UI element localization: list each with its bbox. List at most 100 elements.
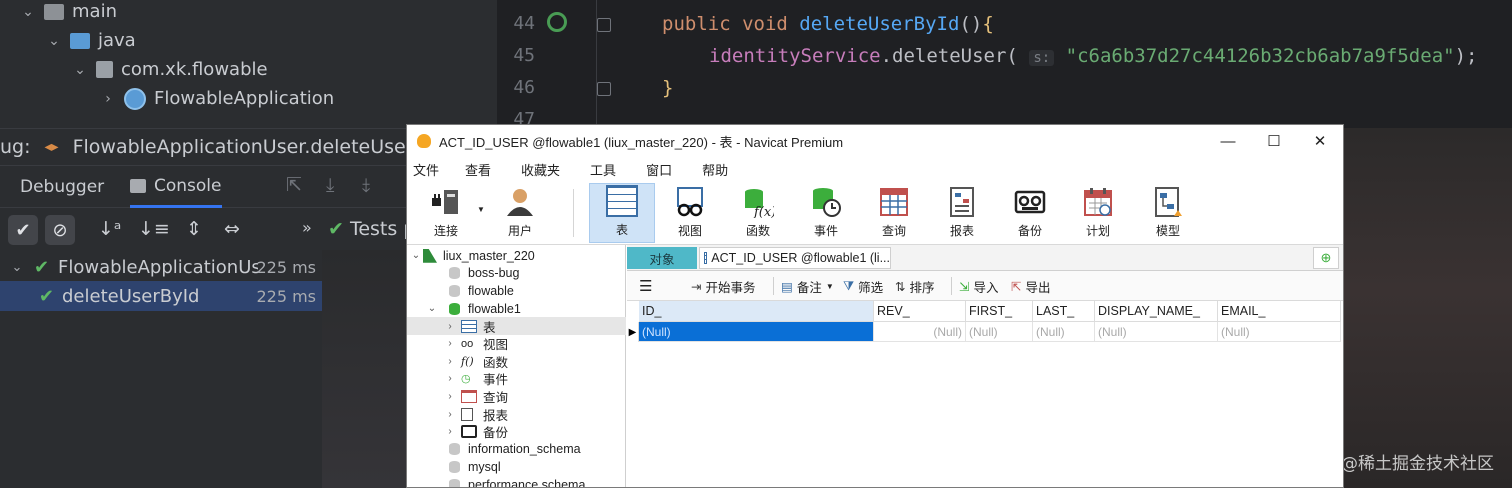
column-header[interactable]: ID_ — [639, 301, 874, 322]
menu-window[interactable]: 窗口 — [640, 160, 696, 179]
menu-icon[interactable]: ☰ — [639, 276, 652, 296]
tree-database-open[interactable]: ⌄ flowable1 — [407, 300, 626, 318]
grid-cell[interactable]: (Null) — [874, 322, 966, 342]
debug-prefix: ug: — [0, 136, 31, 158]
tree-object-backups[interactable]: › 备份 — [407, 423, 626, 441]
import-icon: ⇲ — [959, 279, 970, 294]
param-hint: s: — [1029, 50, 1055, 66]
tree-database[interactable]: information_schema — [407, 441, 626, 459]
code-editor[interactable]: 44 45 46 47 public void deleteUserById()… — [497, 0, 1512, 130]
main-toolbar: 连接 ▼ 用户 表 视图 f(x) 函数 — [407, 181, 1343, 245]
tree-database[interactable]: flowable — [407, 282, 626, 300]
tab-act-id-user[interactable]: ACT_ID_USER @flowable1 (li... — [699, 247, 891, 269]
tree-item-application[interactable]: › FlowableApplication — [100, 84, 334, 113]
fold-icon[interactable] — [597, 18, 611, 32]
grid-cell[interactable]: (Null) — [1095, 322, 1218, 342]
transaction-icon: ⇥ — [691, 279, 702, 294]
table-actions: ☰ ⇥ 开始事务 ▤ 备注 ▼ ⧩ 筛选 ⇅ 排序 ⇲ 导入 ⇱ 导出 — [627, 271, 1343, 301]
close-button[interactable]: ✕ — [1297, 125, 1343, 157]
tree-object-events[interactable]: › ◷ 事件 — [407, 370, 626, 388]
tree-object-tables[interactable]: › 表 — [407, 317, 626, 335]
toolbar-event-button[interactable]: 事件 — [793, 183, 859, 243]
step-into-icon[interactable]: ⤈ — [362, 174, 370, 196]
tree-item-main[interactable]: ⌄ main — [20, 0, 117, 26]
tree-database[interactable]: mysql — [407, 458, 626, 476]
show-passed-icon[interactable]: ✔ — [8, 215, 38, 245]
tab-debugger[interactable]: Debugger — [20, 166, 104, 208]
fold-icon[interactable] — [597, 82, 611, 96]
run-test-icon[interactable] — [547, 12, 567, 32]
grid-cell[interactable]: (Null) — [1033, 322, 1095, 342]
tree-object-reports[interactable]: › 报表 — [407, 405, 626, 423]
column-header[interactable]: REV_ — [874, 301, 966, 322]
tree-item-java[interactable]: ⌄ java — [46, 26, 136, 55]
code-line-44: public void deleteUserById(){ — [662, 13, 994, 35]
column-header[interactable]: EMAIL_ — [1218, 301, 1341, 322]
begin-transaction-button[interactable]: ⇥ 开始事务 — [691, 276, 756, 296]
code-line-45: identityService.deleteUser( s: "c6a6b37d… — [709, 45, 1478, 67]
report-icon — [461, 407, 473, 421]
toolbar-user-button[interactable]: 用户 — [487, 183, 553, 243]
chevron-right-icon: › — [448, 338, 452, 350]
chevron-right-icon: › — [448, 355, 452, 367]
sort-button[interactable]: ⇅ 排序 — [895, 276, 935, 296]
collapse-all-icon[interactable]: ⇔ — [224, 218, 240, 240]
restore-layout-icon[interactable]: ⇱ — [286, 174, 302, 196]
toolbar-report-button[interactable]: 报表 — [929, 183, 995, 243]
tree-connection[interactable]: ⌄ liux_master_220 — [407, 247, 626, 265]
data-grid[interactable]: ID_ REV_ FIRST_ LAST_ DISPLAY_NAME_ EMAI… — [627, 301, 1343, 487]
tree-object-functions[interactable]: › f() 函数 — [407, 353, 626, 371]
test-results-tree: ⌄ ✔ FlowableApplicationUse 225 ms ✔ dele… — [0, 250, 322, 488]
new-tab-icon[interactable]: ⊕ — [1313, 247, 1339, 269]
column-header[interactable]: LAST_ — [1033, 301, 1095, 322]
sort-duration-icon[interactable]: ↓≡ — [138, 218, 170, 240]
toolbar-table-button[interactable]: 表 — [589, 183, 655, 243]
folder-icon — [44, 3, 64, 20]
menu-view[interactable]: 查看 — [459, 160, 515, 179]
more-icon[interactable]: » — [302, 218, 312, 237]
grid-cell[interactable]: (Null) — [639, 322, 874, 342]
column-header[interactable]: DISPLAY_NAME_ — [1095, 301, 1218, 322]
tree-item-package[interactable]: ⌄ com.xk.flowable — [72, 55, 267, 84]
show-ignored-icon[interactable]: ⊘ — [45, 215, 75, 245]
grid-cell[interactable]: (Null) — [1218, 322, 1341, 342]
tree-object-queries[interactable]: › 查询 — [407, 388, 626, 406]
tab-console[interactable]: Console — [130, 166, 222, 208]
tab-objects[interactable]: 对象 — [627, 247, 697, 269]
tree-database[interactable]: boss-bug — [407, 265, 626, 283]
dropdown-arrow-icon[interactable]: ▼ — [477, 205, 485, 214]
toolbar-connection-button[interactable]: 连接 — [413, 183, 479, 243]
table-icon — [606, 185, 638, 217]
step-over-icon[interactable]: ⤓ — [326, 174, 334, 196]
import-button[interactable]: ⇲ 导入 — [959, 276, 999, 296]
note-button[interactable]: ▤ 备注 ▼ — [781, 276, 834, 296]
test-row-method[interactable]: ✔ deleteUserById 225 ms — [0, 281, 322, 311]
filter-button[interactable]: ⧩ 筛选 — [843, 276, 883, 296]
expand-all-icon[interactable]: ⇕ — [186, 218, 202, 240]
tree-database[interactable]: performance schema — [407, 476, 626, 487]
tree-object-views[interactable]: › oo 视图 — [407, 335, 626, 353]
chevron-right-icon: › — [448, 408, 452, 420]
export-button[interactable]: ⇱ 导出 — [1011, 276, 1051, 296]
column-header[interactable]: FIRST_ — [966, 301, 1033, 322]
test-row-suite[interactable]: ⌄ ✔ FlowableApplicationUse 225 ms — [0, 252, 322, 282]
chevron-down-icon: ⌄ — [74, 61, 86, 78]
schedule-icon — [1082, 186, 1114, 218]
menu-tools[interactable]: 工具 — [584, 160, 640, 179]
maximize-button[interactable]: ☐ — [1251, 125, 1297, 157]
menu-favorites[interactable]: 收藏夹 — [515, 160, 584, 179]
database-icon — [449, 443, 460, 456]
toolbar-backup-button[interactable]: 备份 — [997, 183, 1063, 243]
debug-config-name[interactable]: FlowableApplicationUser.deleteUserBy — [73, 136, 438, 158]
sort-alpha-icon[interactable]: ↓ᵃ — [98, 218, 121, 240]
toolbar-function-button[interactable]: f(x) 函数 — [725, 183, 791, 243]
menu-file[interactable]: 文件 — [407, 160, 459, 179]
minimize-button[interactable]: — — [1205, 125, 1251, 157]
toolbar-view-button[interactable]: 视图 — [657, 183, 723, 243]
chevron-down-icon: ⌄ — [11, 259, 23, 275]
toolbar-schedule-button[interactable]: 计划 — [1065, 183, 1131, 243]
toolbar-model-button[interactable]: 模型 — [1135, 183, 1201, 243]
toolbar-query-button[interactable]: 查询 — [861, 183, 927, 243]
grid-cell[interactable]: (Null) — [966, 322, 1033, 342]
menu-help[interactable]: 帮助 — [696, 160, 742, 179]
